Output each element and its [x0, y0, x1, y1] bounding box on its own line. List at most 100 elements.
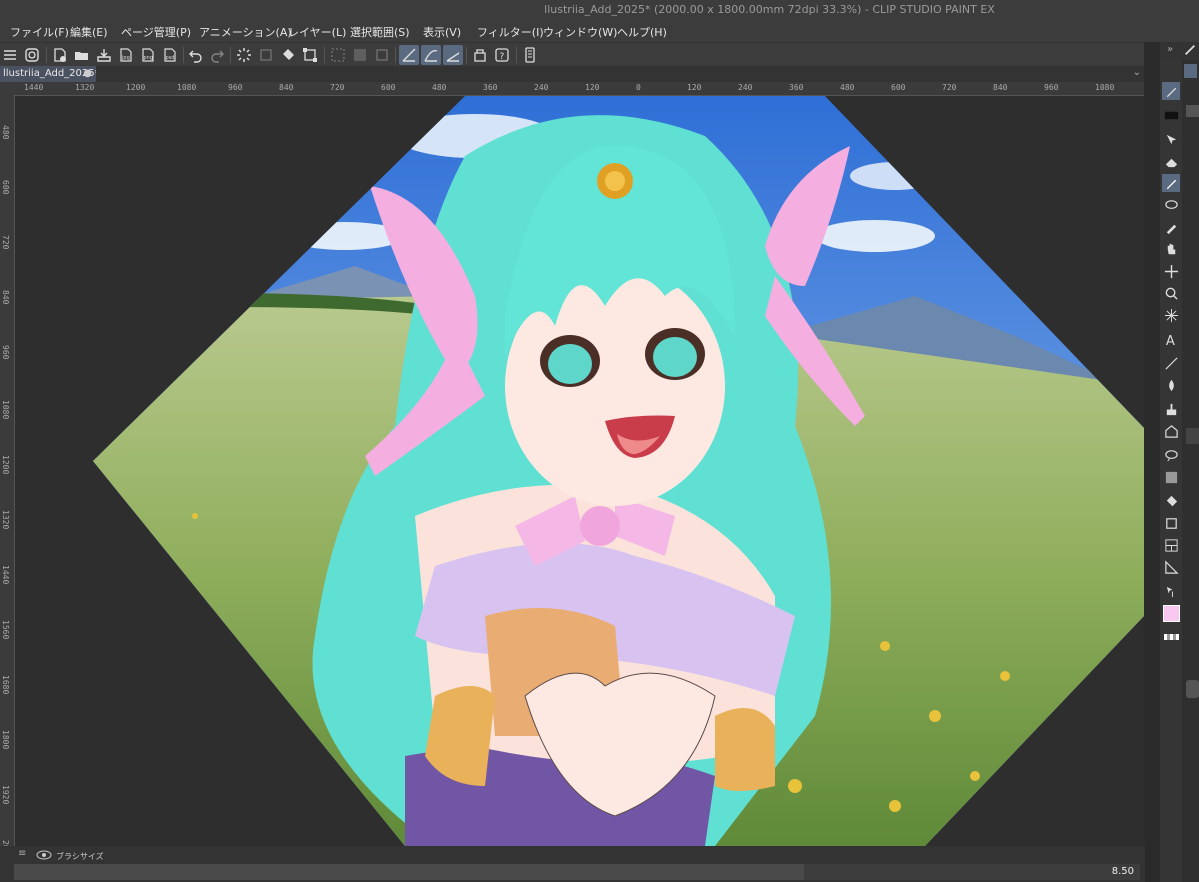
menu-animation[interactable]: アニメーション(A): [199, 24, 292, 40]
window-title: llustriia_Add_2025* (2000.00 x 1800.00mm…: [544, 3, 995, 16]
transparent-color-swatch[interactable]: [1162, 628, 1180, 646]
expand-panel-icon[interactable]: »: [1167, 44, 1173, 55]
clear-icon[interactable]: [256, 45, 276, 65]
panel-menu-icon[interactable]: ≡: [18, 848, 26, 859]
menu-edit[interactable]: 編集(E): [70, 24, 108, 40]
ruler-tick-label: 360: [483, 83, 498, 92]
zoom-tool-icon[interactable]: [1162, 284, 1180, 302]
ruler-tick-label: 480: [840, 83, 855, 92]
ruler-tick-label: 120: [585, 83, 600, 92]
brush-size-slider[interactable]: 8.50: [14, 864, 1140, 880]
eraser-tool-icon[interactable]: [1162, 152, 1180, 170]
export-png-icon[interactable]: png: [138, 45, 158, 65]
correct-line-tool-icon[interactable]: [1162, 582, 1180, 600]
ruler-tick-label: 1200: [126, 83, 146, 92]
line-tool-icon[interactable]: [1162, 354, 1180, 372]
fill-tool-icon[interactable]: [1162, 492, 1180, 510]
ruler-tool-icon[interactable]: [1162, 558, 1180, 576]
ruler-tick-label: 1320: [75, 83, 95, 92]
transform-icon[interactable]: [300, 45, 320, 65]
ruler-tick-label: 480: [1, 125, 10, 140]
operation-tool-icon[interactable]: [1162, 130, 1180, 148]
help-icon[interactable]: ?: [492, 45, 512, 65]
blend-tool-icon[interactable]: [1162, 376, 1180, 394]
svg-text:A: A: [1165, 334, 1174, 347]
menu-window[interactable]: ウィンドウ(W): [543, 24, 617, 40]
device-icon[interactable]: [520, 45, 540, 65]
ruler-tick-label: 1560: [1, 620, 10, 640]
vertical-ruler[interactable]: 480 600 720 840 960 1080 1200 1320 1440 1560 1680 1…: [0, 95, 15, 847]
ruler-tick-label: 1440: [1, 565, 10, 585]
menu-layer[interactable]: レイヤー(L): [288, 24, 346, 40]
menu-selection[interactable]: 選択範囲(S): [350, 24, 410, 40]
export-jpg-icon[interactable]: jpg: [116, 45, 136, 65]
brush-icon[interactable]: [1183, 43, 1197, 60]
ruler-tick-label: 120: [687, 83, 702, 92]
brush-size-value[interactable]: 8.50: [1112, 866, 1134, 877]
gradient-tool-icon[interactable]: [1162, 468, 1180, 486]
eyedropper-tool-icon[interactable]: [1162, 218, 1180, 236]
menu-view[interactable]: 表示(V): [423, 24, 461, 40]
deselect-icon[interactable]: [328, 45, 348, 65]
snap-grid-icon[interactable]: [443, 45, 463, 65]
ruler-tick-label: 240: [534, 83, 549, 92]
ruler-tick-label: 1800: [1, 730, 10, 750]
brush-size-label: ブラシサイズ: [56, 852, 104, 861]
ruler-tick-label: 480: [432, 83, 447, 92]
ruler-tick-label: 1080: [1, 400, 10, 420]
assets-icon[interactable]: [470, 45, 490, 65]
menu-filter[interactable]: フィルター(I): [477, 24, 544, 40]
menu-bar: ファイル(F) 編集(E) ページ管理(P) アニメーション(A) レイヤー(L…: [0, 20, 1199, 42]
brush-size-icon: [36, 850, 52, 863]
crop-icon[interactable]: [372, 45, 392, 65]
tab-close-icon[interactable]: ●: [83, 66, 92, 82]
ruler-tick-label: 840: [1, 290, 10, 305]
ruler-tick-label: 1680: [1, 675, 10, 695]
layer-panel-edge[interactable]: [1182, 60, 1199, 882]
text-tool-icon[interactable]: A: [1162, 330, 1180, 348]
open-file-icon[interactable]: [72, 45, 92, 65]
canvas-area[interactable]: [15, 96, 1144, 846]
figure-tool-icon[interactable]: [1162, 422, 1180, 440]
menu-icon[interactable]: [0, 45, 20, 65]
svg-text:psd: psd: [166, 55, 175, 61]
loading-icon[interactable]: [234, 45, 254, 65]
menu-page[interactable]: ページ管理(P): [121, 24, 191, 40]
panel-divider[interactable]: [1144, 42, 1160, 882]
ruler-tick-label: 1440: [24, 83, 44, 92]
ruler-tick-label: 720: [1, 235, 10, 250]
artwork-canvas[interactable]: [15, 96, 1144, 846]
snap-ruler-icon[interactable]: [399, 45, 419, 65]
decoration-tool-icon[interactable]: [1162, 400, 1180, 418]
new-file-icon[interactable]: [50, 45, 70, 65]
ruler-tick-label: 960: [1, 345, 10, 360]
svg-text:png: png: [144, 55, 154, 61]
balloon-tool-icon[interactable]: [1162, 446, 1180, 464]
snap-ruler-curve-icon[interactable]: [421, 45, 441, 65]
color-black-icon[interactable]: [1162, 106, 1180, 124]
main-color-swatch[interactable]: [1162, 604, 1180, 622]
fill-icon[interactable]: [278, 45, 298, 65]
undo-icon[interactable]: [186, 45, 206, 65]
auto-select-tool-icon[interactable]: [1162, 306, 1180, 324]
svg-text:?: ?: [500, 52, 505, 62]
rectangle-tool-icon[interactable]: [1162, 514, 1180, 532]
pen-tool-icon[interactable]: [1162, 82, 1180, 100]
ruler-tick-label: 1080: [177, 83, 197, 92]
tab-document[interactable]: llustriia_Add_2025* ●: [0, 66, 96, 82]
save-icon[interactable]: [94, 45, 114, 65]
menu-file[interactable]: ファイル(F): [10, 24, 69, 40]
hand-tool-icon[interactable]: [1162, 240, 1180, 258]
export-psd-icon[interactable]: psd: [160, 45, 180, 65]
tab-dropdown-icon[interactable]: ⌄: [1133, 67, 1141, 78]
ruler-tick-label: 240: [738, 83, 753, 92]
lasso-tool-icon[interactable]: [1162, 196, 1180, 214]
invert-selection-icon[interactable]: [350, 45, 370, 65]
horizontal-ruler[interactable]: 1440 1320 1200 1080 960 840 720 600 480 360 240 120…: [14, 82, 1144, 96]
app-icon[interactable]: [22, 45, 42, 65]
vector-pen-tool-icon[interactable]: [1162, 174, 1180, 192]
redo-icon[interactable]: [207, 45, 227, 65]
menu-help[interactable]: ヘルプ(H): [617, 24, 667, 40]
move-tool-icon[interactable]: [1162, 262, 1180, 280]
frame-tool-icon[interactable]: [1162, 536, 1180, 554]
